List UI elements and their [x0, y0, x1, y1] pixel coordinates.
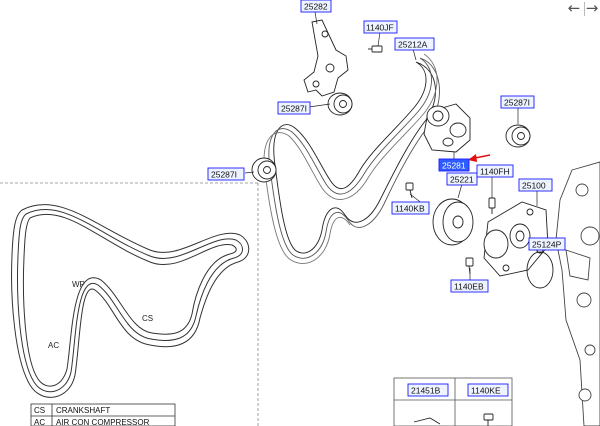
idler-right — [505, 124, 531, 148]
svg-text:25281: 25281 — [442, 161, 466, 171]
bolt-ke-part — [483, 413, 494, 426]
routing-label-ac: AC — [48, 341, 59, 350]
svg-text:25100: 25100 — [522, 181, 546, 191]
legend-code-cs: CS — [34, 406, 45, 415]
idler-lower-left — [251, 157, 277, 183]
svg-text:25287I: 25287I — [211, 170, 237, 180]
svg-text:25282: 25282 — [304, 2, 328, 12]
exploded-drawing — [251, 19, 600, 426]
svg-text:25221: 25221 — [450, 175, 474, 185]
bolt-eb-part — [465, 257, 474, 275]
tensioner-part — [423, 103, 471, 153]
parts-diagram: WP CS AC CS CRANKSHAFT AC AIR CON COMPRE… — [0, 0, 600, 426]
red-arrow-icon — [468, 154, 491, 162]
label-1140kb[interactable]: 1140KB — [391, 201, 430, 215]
main-belt — [263, 53, 440, 264]
clip-21451b-part — [413, 417, 441, 425]
svg-text:1140JF: 1140JF — [366, 23, 394, 33]
svg-text:1140KE: 1140KE — [471, 386, 501, 396]
bolt-top-part — [368, 45, 383, 53]
engine-block-part — [555, 161, 600, 426]
label-25221[interactable]: 25221 — [446, 172, 478, 186]
arrow-right-icon: → — [585, 0, 599, 17]
svg-text:1140EB: 1140EB — [454, 282, 484, 292]
legend-code-ac: AC — [34, 418, 45, 426]
svg-text:25287I: 25287I — [281, 104, 307, 114]
label-25281-highlighted[interactable]: 25281 — [438, 158, 470, 172]
label-25287i-upper[interactable]: 25287I — [277, 101, 311, 115]
svg-text:25124P: 25124P — [532, 240, 562, 250]
svg-text:25287I: 25287I — [504, 98, 530, 108]
gasket-part — [526, 251, 554, 289]
label-25282[interactable]: 25282 — [300, 0, 332, 13]
svg-text:21451B: 21451B — [411, 386, 441, 396]
routing-label-cs: CS — [142, 314, 153, 323]
label-1140eb[interactable]: 1140EB — [450, 279, 489, 293]
routing-inset: WP CS AC CS CRANKSHAFT AC AIR CON COMPRE… — [0, 182, 259, 426]
label-25287i-lower[interactable]: 25287I — [207, 167, 245, 181]
label-1140jf[interactable]: 1140JF — [363, 20, 398, 34]
label-1140ke[interactable]: 1140KE — [467, 383, 509, 397]
arrow-left-icon: ← — [567, 0, 581, 17]
back-button[interactable]: ← — [563, 0, 585, 18]
label-1140fh[interactable]: 1140FH — [476, 164, 514, 178]
label-25287i-right[interactable]: 25287I — [500, 95, 535, 109]
legend-name-ac: AIR CON COMPRESSOR — [56, 418, 150, 426]
forward-button[interactable]: → — [584, 0, 600, 18]
routing-belt — [11, 204, 250, 398]
routing-label-wp: WP — [72, 280, 85, 289]
bolt-fh-part — [488, 197, 496, 214]
label-25100[interactable]: 25100 — [518, 178, 553, 192]
legend-name-cs: CRANKSHAFT — [56, 406, 110, 415]
svg-text:1140FH: 1140FH — [480, 167, 510, 177]
label-25124p[interactable]: 25124P — [528, 237, 566, 251]
legend-table: CS CRANKSHAFT AC AIR CON COMPRESSOR — [30, 403, 176, 426]
pump-pulley-part — [432, 198, 474, 246]
idler-upper-left — [327, 92, 353, 116]
bottom-parts-table: 21451B 1140KE — [393, 377, 513, 426]
svg-text:1140KB: 1140KB — [395, 204, 425, 214]
svg-text:25212A: 25212A — [398, 40, 428, 50]
label-25212a[interactable]: 25212A — [394, 37, 435, 51]
label-21451b[interactable]: 21451B — [407, 383, 449, 397]
